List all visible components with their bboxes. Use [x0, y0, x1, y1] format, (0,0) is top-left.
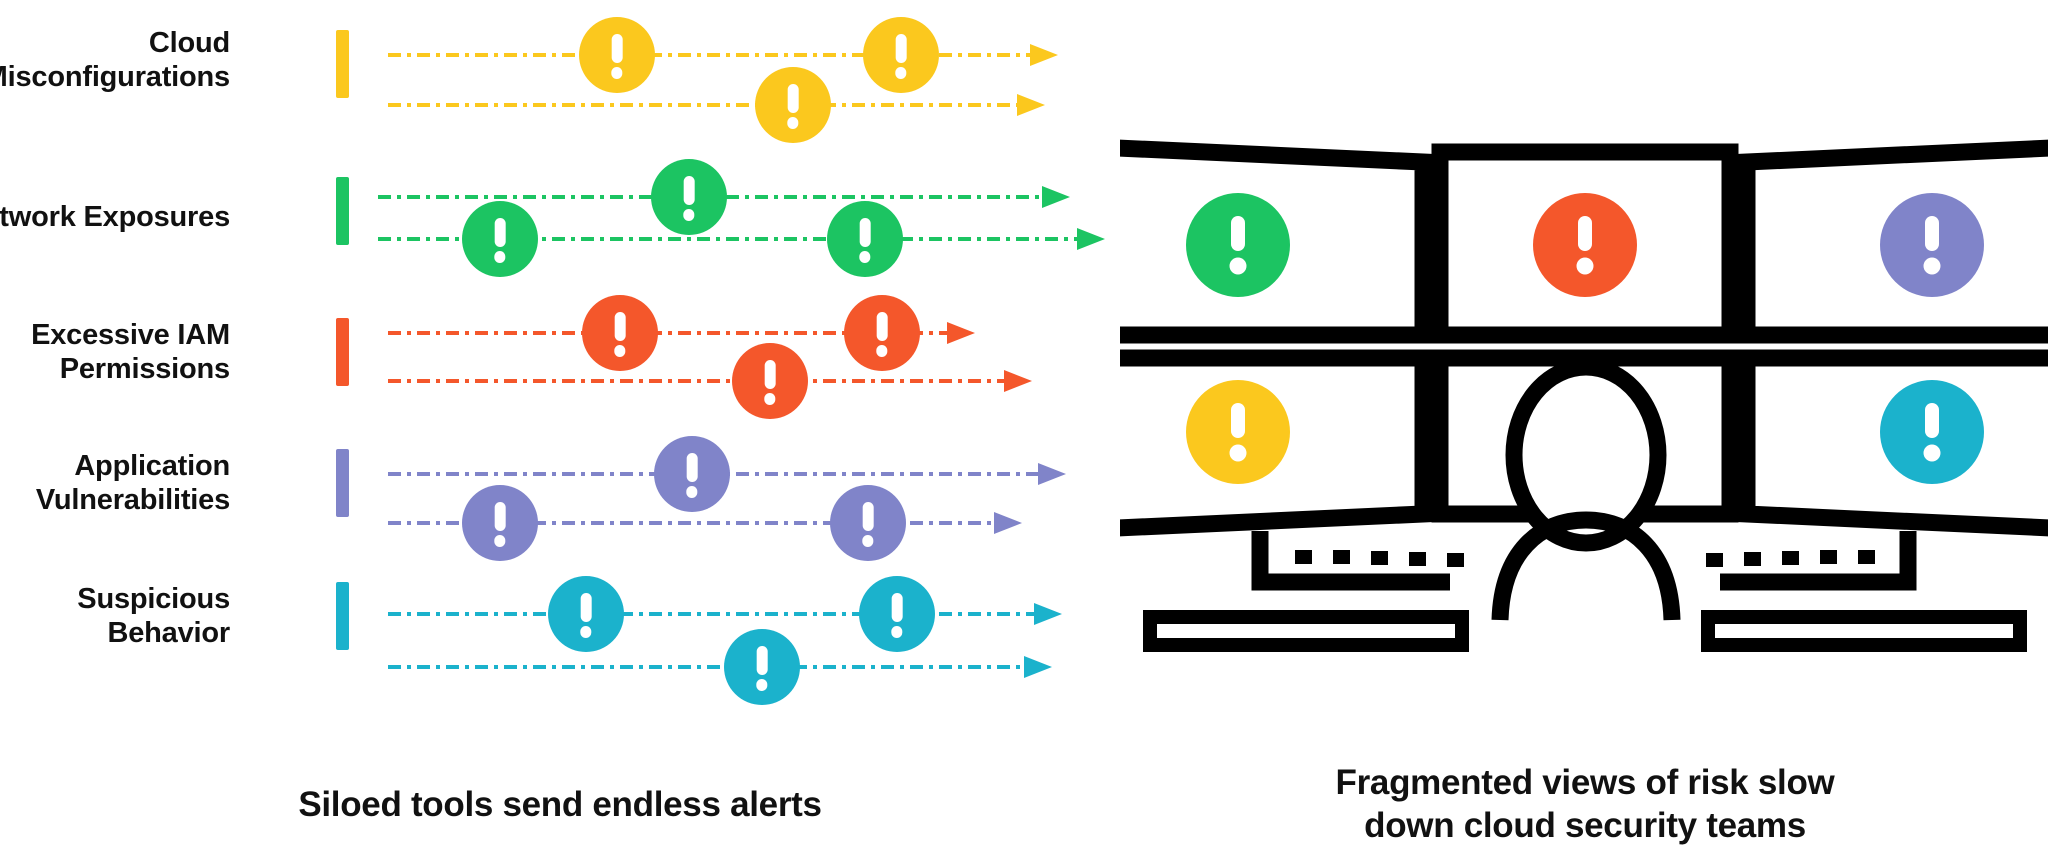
alert-bubble-application-vulnerabilities[interactable]	[830, 485, 906, 561]
desk-bar-left	[1143, 610, 1469, 652]
monitor-wall-group	[1043, 136, 2048, 652]
track-arrowhead	[994, 512, 1022, 534]
exclamation-icon	[579, 17, 655, 93]
alert-bubble-excessive-iam-permissions[interactable]	[582, 295, 658, 371]
alert-bubble-network-exposures[interactable]	[651, 159, 727, 235]
track-arrowhead	[1077, 228, 1105, 250]
row-label-network-exposures: Network Exposures	[0, 201, 230, 233]
alert-bubble-application-vulnerabilities[interactable]	[654, 436, 730, 512]
exclamation-icon	[859, 576, 935, 652]
track-arrowhead	[1038, 463, 1066, 485]
track-dashdot-line	[388, 103, 1017, 107]
track-arrowhead	[1042, 186, 1070, 208]
stand-led-dots-left	[1295, 550, 1464, 567]
analyst-monitors-svg	[1043, 136, 2048, 652]
row-label-suspicious-behavior: Suspicious Behavior	[77, 583, 230, 650]
alert-bubble-cloud-misconfigurations[interactable]	[755, 67, 831, 143]
alert-bubble-network-exposures[interactable]	[462, 201, 538, 277]
desk-surface	[1143, 610, 2027, 652]
alert-bubble-suspicious-behavior[interactable]	[859, 576, 935, 652]
alert-bubble-suspicious-behavior[interactable]	[724, 629, 800, 705]
exclamation-icon	[462, 201, 538, 277]
alert-icon-bottom-right	[1880, 380, 1984, 484]
track-dashdot-line	[388, 665, 1024, 669]
exclamation-icon	[462, 485, 538, 561]
track-arrowhead	[947, 322, 975, 344]
row-label-cloud-misconfigurations: Cloud Misconfigurations	[0, 27, 230, 94]
exclamation-icon	[863, 17, 939, 93]
exclamation-icon	[844, 295, 920, 371]
caption-right: Fragmented views of risk slow down cloud…	[1335, 763, 1835, 845]
desk-bar-right	[1701, 610, 2027, 652]
track-arrowhead	[1034, 603, 1062, 625]
alert-streams-panel: Cloud Misconfigurations Network Exposures…	[0, 0, 1120, 866]
row-color-bar-network-exposures	[336, 177, 349, 245]
alert-icon-top-left	[1186, 193, 1290, 297]
caption-left: Siloed tools send endless alerts	[298, 785, 822, 824]
exclamation-icon	[827, 201, 903, 277]
row-color-bar-suspicious-behavior	[336, 582, 349, 650]
alert-bubble-excessive-iam-permissions[interactable]	[732, 343, 808, 419]
analyst-figure	[1491, 358, 1681, 621]
row-color-bar-cloud-misconfigurations	[336, 30, 349, 98]
track-dashdot-line	[388, 612, 1034, 616]
alert-bubble-cloud-misconfigurations[interactable]	[579, 17, 655, 93]
track-arrowhead	[1004, 370, 1032, 392]
track-arrowhead	[1017, 94, 1045, 116]
track-dashdot-line	[388, 379, 1004, 383]
row-color-bar-excessive-iam-permissions	[336, 318, 349, 386]
row-label-excessive-iam-permissions: Excessive IAM Permissions	[31, 319, 230, 386]
exclamation-icon	[830, 485, 906, 561]
alert-bubble-network-exposures[interactable]	[827, 201, 903, 277]
alert-icon-top-right	[1880, 193, 1984, 297]
exclamation-icon	[654, 436, 730, 512]
exclamation-icon	[548, 576, 624, 652]
alert-bubble-cloud-misconfigurations[interactable]	[863, 17, 939, 93]
monitor-wall-panel	[1043, 0, 2048, 866]
row-label-application-vulnerabilities: Application Vulnerabilities	[35, 450, 230, 517]
exclamation-icon	[724, 629, 800, 705]
alert-bubble-excessive-iam-permissions[interactable]	[844, 295, 920, 371]
track-arrowhead	[1030, 44, 1058, 66]
track-arrowhead	[1024, 656, 1052, 678]
alert-icon-bottom-left	[1186, 380, 1290, 484]
alert-bubble-application-vulnerabilities[interactable]	[462, 485, 538, 561]
exclamation-icon	[755, 67, 831, 143]
exclamation-icon	[582, 295, 658, 371]
row-color-bar-application-vulnerabilities	[336, 449, 349, 517]
exclamation-icon	[732, 343, 808, 419]
alert-bubble-suspicious-behavior[interactable]	[548, 576, 624, 652]
alert-icon-top-center	[1533, 193, 1637, 297]
stand-led-dots-right	[1706, 550, 1875, 567]
exclamation-icon	[651, 159, 727, 235]
infographic-stage: Cloud Misconfigurations Network Exposures…	[0, 0, 2048, 866]
